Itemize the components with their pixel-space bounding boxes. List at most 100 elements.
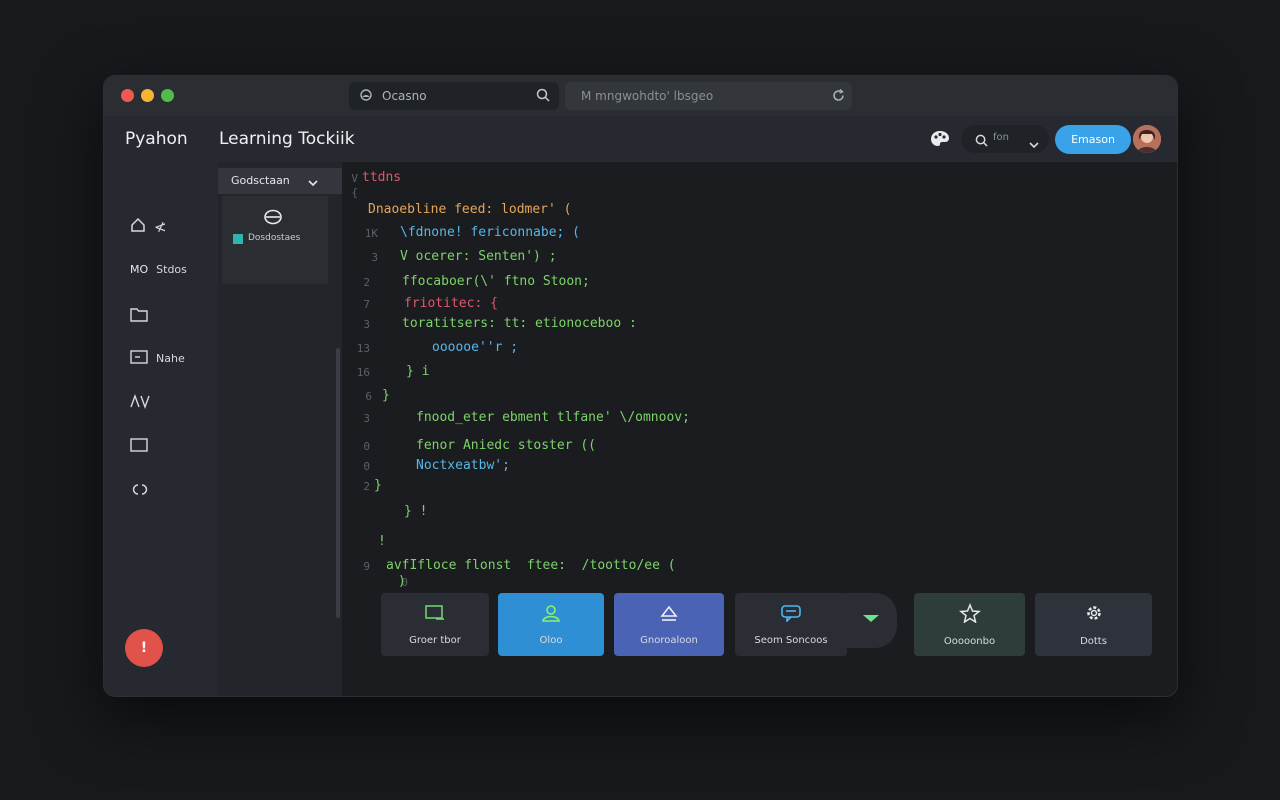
address-text: M mngwohdto' lbsgeo [581, 89, 714, 103]
chevron-down-icon [1029, 134, 1039, 153]
action-label: Oloo [539, 634, 563, 646]
gear-icon [1083, 603, 1105, 626]
line-number: 2 [363, 276, 370, 289]
sidebar-item-window[interactable] [130, 438, 148, 455]
code-line: \fdnone! fericonnabe; ( [400, 225, 581, 240]
panel-dropdown[interactable]: Godsctaan [218, 168, 342, 194]
primary-action-button[interactable]: Emason [1055, 125, 1131, 154]
search-icon[interactable] [536, 88, 550, 105]
link-icon [130, 482, 150, 500]
action-button-7[interactable]: Dotts [1035, 593, 1152, 656]
line-number: 7 [363, 298, 370, 311]
database-icon [263, 209, 283, 229]
sidebar: ≮ MO Stdos Nahe ! [104, 162, 218, 696]
tab-search-field[interactable]: Ocasno [349, 82, 559, 110]
file-panel: Godsctaan Dosdostaes [218, 162, 342, 696]
code-line: } ! [404, 504, 428, 519]
user-badge-label: ! [140, 640, 148, 656]
line-number: { [351, 186, 358, 199]
app-subtitle: Learning Tockiik [219, 129, 355, 149]
action-label: Gnoroaloon [640, 634, 698, 646]
code-line: fnood_eter ebment tlfane' \/omnoov; [416, 410, 690, 425]
chevron-down-icon [860, 612, 882, 629]
action-label: Groer tbor [409, 634, 461, 646]
eject-icon [658, 604, 680, 625]
sidebar-item-link[interactable] [130, 482, 150, 500]
line-number: 0 [363, 440, 370, 453]
code-line: } [382, 388, 390, 403]
search-dropdown[interactable]: fon [961, 125, 1049, 153]
code-line: ffocaboer(\' ftno Stoon; [402, 274, 590, 289]
line-number: 0 [363, 460, 370, 473]
diff-icon [130, 393, 150, 412]
line-number: 3 [371, 251, 378, 264]
window-icon [130, 438, 148, 455]
sidebar-item-label: Stdos [156, 263, 187, 276]
close-window-button[interactable] [121, 89, 134, 102]
tab-label: Ocasno [382, 89, 427, 103]
code-line: V ocerer: Senten') ; [400, 249, 557, 264]
code-line: } i [406, 364, 430, 379]
panel-scrollbar[interactable] [336, 348, 340, 618]
code-line: friotitec: { [404, 296, 498, 311]
mo-icon: MO [130, 263, 149, 276]
app-window: Ocasno M mngwohdto' lbsgeo Pyahon Learni… [103, 75, 1178, 697]
folder-icon [130, 307, 148, 325]
code-line: fenor Aniedc stoster (( [416, 438, 597, 453]
terminal-icon [424, 604, 446, 625]
code-line: ) [398, 574, 406, 589]
line-number: 9 [363, 560, 370, 573]
reload-icon[interactable] [831, 88, 846, 106]
code-line: Noctxeatbw'; [416, 458, 510, 473]
user-badge[interactable]: ! [125, 629, 163, 667]
action-button-3[interactable]: Gnoroaloon [614, 593, 724, 656]
app-header: Pyahon Learning Tockiik fon Emason [104, 116, 1177, 163]
panel-item-label: Dosdostaes [248, 233, 301, 243]
code-line: ttdns [362, 170, 402, 185]
minimize-window-button[interactable] [141, 89, 154, 102]
action-label: Ooooonbo [943, 635, 996, 647]
line-number: 6 [365, 390, 372, 403]
chat-icon [780, 604, 802, 625]
sidebar-item-studios[interactable]: MO Stdos [130, 263, 187, 276]
notes-icon [130, 350, 148, 367]
code-line: oooooe''r ; [432, 340, 519, 355]
line-number: 3 [363, 412, 370, 425]
avatar[interactable] [1133, 125, 1161, 153]
home-icon [130, 217, 146, 236]
code-line: Dnaoebline feed: lodmer' ( [368, 202, 572, 217]
line-number: 3 [363, 318, 370, 331]
sidebar-item-home[interactable]: ≮ [130, 217, 167, 236]
action-button-5[interactable] [845, 593, 897, 648]
action-label: Seom Soncoos [754, 634, 828, 646]
app-title: Pyahon [125, 129, 188, 149]
sidebar-item-diff[interactable] [130, 393, 150, 412]
search-label: fon [993, 132, 1009, 143]
address-bar[interactable]: M mngwohdto' lbsgeo [565, 82, 852, 110]
sidebar-item-folder[interactable] [130, 307, 148, 325]
panel-card[interactable]: Dosdostaes [222, 196, 328, 284]
action-button-6[interactable]: Ooooonbo [914, 593, 1025, 656]
primary-action-label: Emason [1071, 133, 1115, 146]
line-number: 16 [356, 366, 370, 379]
teal-square-icon [233, 234, 243, 244]
action-label: Dotts [1080, 635, 1107, 647]
search-icon [975, 132, 988, 151]
chevron-down-icon [308, 177, 318, 190]
palette-icon[interactable] [930, 130, 950, 152]
action-button-4[interactable]: Seom Soncoos [735, 593, 847, 656]
code-line: ! [378, 534, 386, 549]
maximize-window-button[interactable] [161, 89, 174, 102]
code-line: toratitsers: tt: etionoceboo : [402, 316, 637, 331]
line-number: 13 [356, 342, 370, 355]
sidebar-item-notes[interactable]: Nahe [130, 350, 185, 367]
star-icon [958, 602, 981, 626]
action-button-1[interactable]: Groer tbor [381, 593, 489, 656]
code-line: } [374, 478, 382, 493]
action-button-2[interactable]: Oloo [498, 593, 604, 656]
line-number: 1K [364, 227, 378, 240]
sidebar-item-label: ≮ [154, 217, 167, 236]
line-number: V [351, 172, 358, 185]
panel-dropdown-label: Godsctaan [231, 174, 290, 187]
user-icon [540, 604, 562, 625]
